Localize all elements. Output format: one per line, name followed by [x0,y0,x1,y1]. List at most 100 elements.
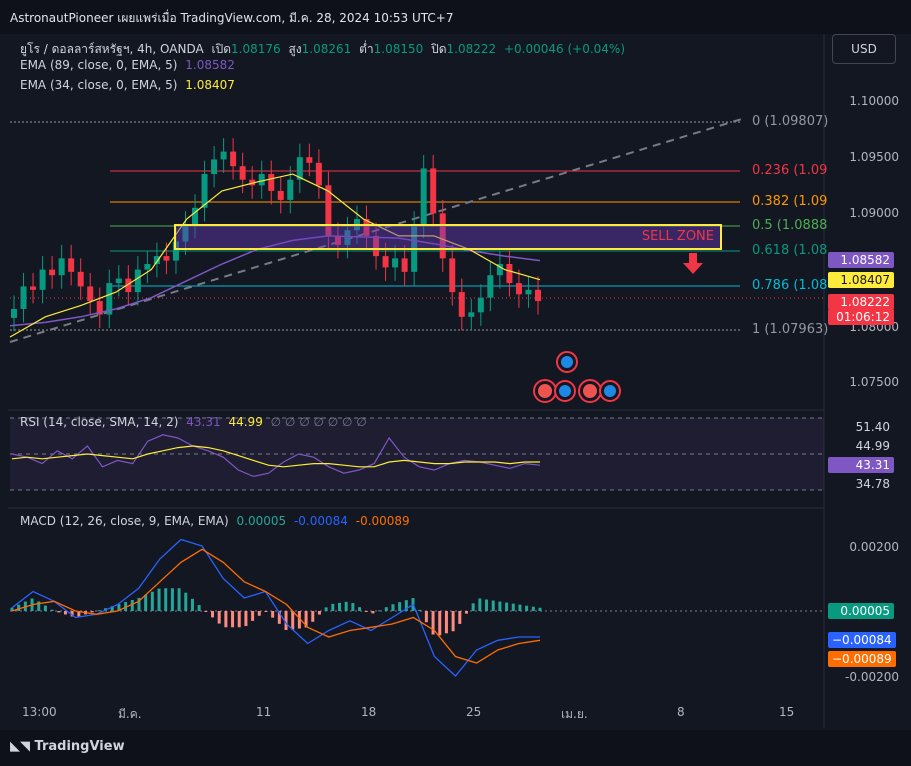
macd-histogram-bar [531,606,535,611]
bar-countdown-tag: 01:06:12 [828,309,894,325]
candle-body [287,179,294,200]
fib-label-0: 0 (1.09807) [752,114,829,129]
candle-body [449,258,456,293]
macd-histogram-bar [144,594,148,611]
macd-histogram-bar [378,610,382,612]
x-axis-label: 8 [677,705,685,719]
macd-histogram-bar [331,603,335,611]
rsi-label: RSI (14, close, SMA, 14, 2) [20,415,179,429]
candle-body [535,289,541,302]
macd-histogram-bar [97,610,101,612]
macd-histogram-bar [237,611,241,628]
macd-tag: −0.00084 [828,632,896,648]
macd-legend[interactable]: MACD (12, 26, close, 9, EMA, EMA) 0.0000… [20,514,410,528]
macd-line [11,538,540,677]
x-axis-label: 15 [779,705,795,719]
macd-histogram-bar [464,611,468,614]
candle-body [11,308,17,318]
candle-body [525,289,532,295]
macd-histogram-bar [478,598,482,611]
macd-histogram-bar [371,611,375,614]
macd-histogram-bar [458,611,462,624]
candle-body [58,258,65,276]
macd-histogram-bar [130,599,134,611]
rsi-tag-lower: 34.78 [828,476,894,492]
candle-body [506,263,513,284]
candle-body [20,286,27,309]
macd-axis-label: -0.00200 [845,670,899,684]
macd-histogram-bar [471,603,475,611]
macd-histogram-bar [438,611,442,636]
candle-body [277,190,284,200]
fib-label-1: 1 (1.07963) [752,322,829,337]
last-price-tag: 1.08222 [828,294,894,310]
candle-body [30,286,37,290]
sell-zone-label: SELL ZONE [641,229,714,244]
macd-histogram-bar [424,611,428,623]
candle-body [49,269,56,276]
rsi-legend[interactable]: RSI (14, close, SMA, 14, 2) 43.31 44.99 … [20,415,367,429]
candle-body [230,151,237,167]
macd-axis-label: 0.00200 [849,540,899,554]
candle-body [392,258,399,268]
eu-flag-icon [604,385,616,397]
sell-arrow-icon [683,253,703,274]
candle-body [87,286,94,302]
macd-histogram-bar [491,600,495,611]
macd-value: -0.00084 [293,514,348,528]
x-axis-label: 18 [361,705,377,719]
macd-histogram [10,588,542,636]
tradingview-logo[interactable]: ◣◥ TradingView [10,739,125,754]
candle-body [258,174,265,186]
macd-histogram-bar [177,588,181,611]
macd-histogram-bar [538,607,542,611]
rsi-empty-values: ∅ ∅ ∅ ∅ ∅ ∅ ∅ [270,415,367,429]
rsi-sma-value: 44.99 [228,415,263,429]
rsi-tag-value: 43.31 [828,457,894,473]
candle-body [220,151,227,160]
macd-histogram-bar [311,611,315,622]
macd-histogram-bar [50,609,54,611]
macd-histogram-bar [211,611,215,618]
us-flag-icon [538,384,552,398]
rsi-value: 43.31 [186,415,221,429]
macd-histogram-bar [170,588,174,611]
candle-body [477,297,484,313]
macd-histogram-bar [291,611,295,630]
macd-histogram-bar [511,603,515,611]
signal-line [11,548,541,664]
fib-label-0786: 0.786 (1.08 [752,278,828,293]
macd-histogram-bar [190,598,194,611]
macd-histogram-bar [518,604,522,611]
x-axis-label: 11 [256,705,272,719]
macd-histogram-bar [498,601,502,611]
macd-histogram-bar [251,611,255,621]
macd-hist-tag: 0.00005 [828,603,894,619]
candle-body [134,269,141,293]
tradingview-logo-icon: ◣◥ [10,739,35,754]
macd-histogram-bar [257,611,261,616]
macd-histogram-bar [90,611,94,613]
macd-histogram-bar [337,602,341,611]
macd-histogram-bar [217,611,221,624]
sell-zone-box[interactable]: SELL ZONE [174,224,722,250]
macd-histogram-bar [324,607,328,611]
eu-flag-icon [559,385,571,397]
candle-body [144,263,151,270]
candle-body [153,256,160,264]
fib-label-0382: 0.382 (1.09 [752,194,828,209]
candle-body [39,269,46,290]
macd-histogram-bar [271,611,275,618]
macd-histogram-bar [224,611,228,628]
macd-histogram-bar [451,611,455,632]
candle-body [268,174,275,191]
eu-flag-icon [561,356,573,368]
macd-histogram-bar [505,602,509,611]
macd-histogram-bar [43,605,47,611]
macd-histogram-bar [384,607,388,611]
x-axis-label: มี.ค. [118,707,142,721]
fib-label-0236: 0.236 (1.09 [752,163,828,178]
candle-body [68,258,75,272]
brand-name: TradingView [34,739,125,754]
macd-histogram-bar [184,592,188,611]
